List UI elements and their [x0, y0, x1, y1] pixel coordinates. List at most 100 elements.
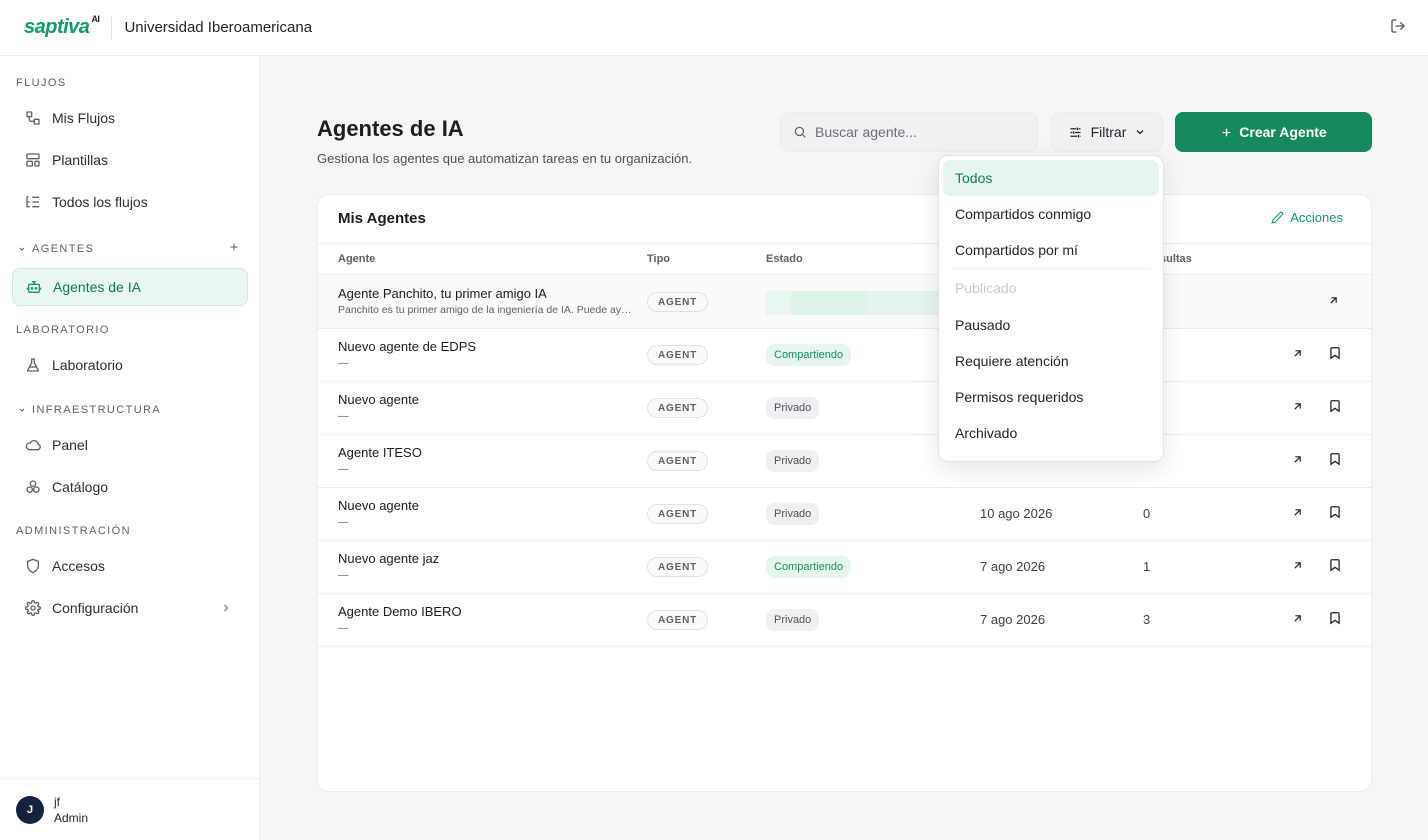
agents-card: Mis Agentes Acciones Agente Tipo Estado …: [317, 194, 1372, 792]
table-header: Agente Tipo Estado sultas: [318, 243, 1371, 275]
table-row[interactable]: Nuevo agente — AGENT Privado 10 ago 2026 0: [318, 488, 1371, 541]
column-header-state[interactable]: Estado: [766, 253, 803, 265]
bookmark-icon[interactable]: [1328, 399, 1342, 413]
column-header-type[interactable]: Tipo: [647, 253, 670, 265]
saptiva-logo[interactable]: saptiva AI: [24, 14, 100, 39]
query-count: 3: [1143, 612, 1151, 627]
agent-description: —: [338, 463, 349, 475]
filter-label: Filtrar: [1090, 124, 1127, 140]
sidebar-item-panel[interactable]: Panel: [12, 426, 248, 464]
bookmark-icon[interactable]: [1328, 611, 1342, 625]
page-title: Agentes de IA: [317, 116, 464, 141]
open-arrow-icon[interactable]: [1291, 347, 1304, 360]
table-row[interactable]: Nuevo agente — AGENT Privado: [318, 382, 1371, 435]
sidebar-item-label: Plantillas: [52, 152, 109, 168]
status-badge: Compartiendo: [766, 556, 852, 578]
sidebar-item-plantillas[interactable]: Plantillas: [12, 141, 248, 179]
header-divider: [111, 16, 113, 39]
search-box: [780, 112, 1038, 152]
search-icon: [793, 125, 807, 139]
agent-description: —: [338, 622, 349, 634]
table-row[interactable]: Nuevo agente de EDPS — AGENT Compartiendo: [318, 329, 1371, 382]
sidebar-item-accesos[interactable]: Accesos: [12, 547, 248, 585]
open-arrow-icon[interactable]: [1291, 612, 1304, 625]
pencil-icon: [1271, 211, 1284, 224]
bookmark-icon[interactable]: [1328, 452, 1342, 466]
section-infraestructura[interactable]: INFRAESTRUCTURA: [18, 404, 161, 416]
sidebar-item-catalogo[interactable]: Catálogo: [12, 468, 248, 506]
status-badge: Privado: [766, 397, 820, 419]
open-arrow-icon[interactable]: [1327, 294, 1340, 307]
agent-name: Nuevo agente de EDPS: [338, 339, 477, 354]
section-flujos: FLUJOS: [16, 77, 67, 89]
open-arrow-icon[interactable]: [1291, 453, 1304, 466]
sliders-icon: [1068, 125, 1083, 140]
add-agent-plus-icon[interactable]: [228, 241, 240, 253]
column-header-queries[interactable]: sultas: [1160, 253, 1192, 265]
actions-label: Acciones: [1290, 210, 1343, 225]
table-row[interactable]: Agente Demo IBERO — AGENT Privado 7 ago 2026…: [318, 594, 1371, 647]
filter-button[interactable]: Filtrar: [1051, 112, 1163, 152]
status-badge: Privado: [766, 450, 820, 472]
loading-skeleton: [868, 291, 943, 315]
agent-name: Agente Demo IBERO: [338, 604, 462, 619]
section-label: INFRAESTRUCTURA: [32, 404, 162, 416]
sidebar-item-todos-los-flujos[interactable]: Todos los flujos: [12, 183, 248, 221]
status-badge: Compartiendo: [766, 344, 852, 366]
filter-option-archivado[interactable]: Archivado: [943, 415, 1159, 451]
sidebar-item-laboratorio[interactable]: Laboratorio: [12, 346, 248, 384]
sidebar-item-configuracion[interactable]: Configuración: [12, 589, 248, 627]
flask-icon: [25, 357, 41, 373]
filter-option-permisos-requeridos[interactable]: Permisos requeridos: [943, 379, 1159, 415]
agent-description: —: [338, 357, 349, 369]
agent-name: Nuevo agente: [338, 392, 419, 407]
chevron-down-icon: [19, 408, 25, 412]
user-role: Admin: [54, 810, 89, 825]
org-name: Universidad Iberoamericana: [124, 19, 313, 36]
search-input[interactable]: [815, 124, 1025, 140]
created-date: 7 ago 2026: [980, 612, 1046, 627]
bookmark-icon[interactable]: [1328, 505, 1342, 519]
created-date: 7 ago 2026: [980, 559, 1046, 574]
query-count: 1: [1143, 559, 1151, 574]
filter-option-publicado[interactable]: Publicado: [943, 269, 1159, 307]
sidebar-item-mis-flujos[interactable]: Mis Flujos: [12, 99, 248, 137]
user-name: jf: [54, 794, 60, 809]
sidebar-item-agentes-de-ia[interactable]: Agentes de IA: [12, 268, 248, 306]
logout-icon[interactable]: [1390, 18, 1406, 34]
flow-icon: [25, 110, 41, 126]
loading-skeleton: [766, 291, 791, 315]
open-arrow-icon[interactable]: [1291, 400, 1304, 413]
query-count: 0: [1143, 506, 1151, 521]
type-badge: AGENT: [647, 610, 708, 630]
open-arrow-icon[interactable]: [1291, 506, 1304, 519]
create-agent-label: Crear Agente: [1239, 124, 1327, 140]
cloud-icon: [25, 437, 41, 453]
create-agent-button[interactable]: Crear Agente: [1175, 112, 1372, 152]
column-header-agent[interactable]: Agente: [338, 253, 375, 265]
plus-icon: [1220, 126, 1233, 139]
template-icon: [25, 152, 41, 168]
type-badge: AGENT: [647, 292, 708, 312]
filter-option-compartidos-conmigo[interactable]: Compartidos conmigo: [943, 196, 1159, 232]
loading-skeleton: [791, 291, 868, 315]
table-row[interactable]: Nuevo agente jaz — AGENT Compartiendo 7 ago …: [318, 541, 1371, 594]
sidebar-item-label: Laboratorio: [52, 357, 123, 373]
open-arrow-icon[interactable]: [1291, 559, 1304, 572]
filter-option-requiere-atencion[interactable]: Requiere atención: [943, 343, 1159, 379]
user-profile[interactable]: J jf Admin: [0, 778, 260, 840]
bookmark-icon[interactable]: [1328, 558, 1342, 572]
bookmark-icon[interactable]: [1328, 346, 1342, 360]
sidebar-item-label: Agentes de IA: [53, 279, 141, 295]
section-agentes[interactable]: AGENTES: [18, 243, 94, 255]
robot-icon: [26, 279, 42, 295]
table-row[interactable]: Agente Panchito, tu primer amigo IA Panch…: [318, 276, 1371, 329]
sidebar-item-label: Todos los flujos: [52, 194, 148, 210]
filter-option-pausado[interactable]: Pausado: [943, 307, 1159, 343]
type-badge: AGENT: [647, 451, 708, 471]
filter-option-compartidos-por-mi[interactable]: Compartidos por mí: [943, 232, 1159, 268]
actions-button[interactable]: Acciones: [1271, 210, 1343, 225]
table-row[interactable]: Agente ITESO — AGENT Privado: [318, 435, 1371, 488]
filter-option-todos[interactable]: Todos: [943, 160, 1159, 196]
sidebar-item-label: Accesos: [52, 558, 105, 574]
